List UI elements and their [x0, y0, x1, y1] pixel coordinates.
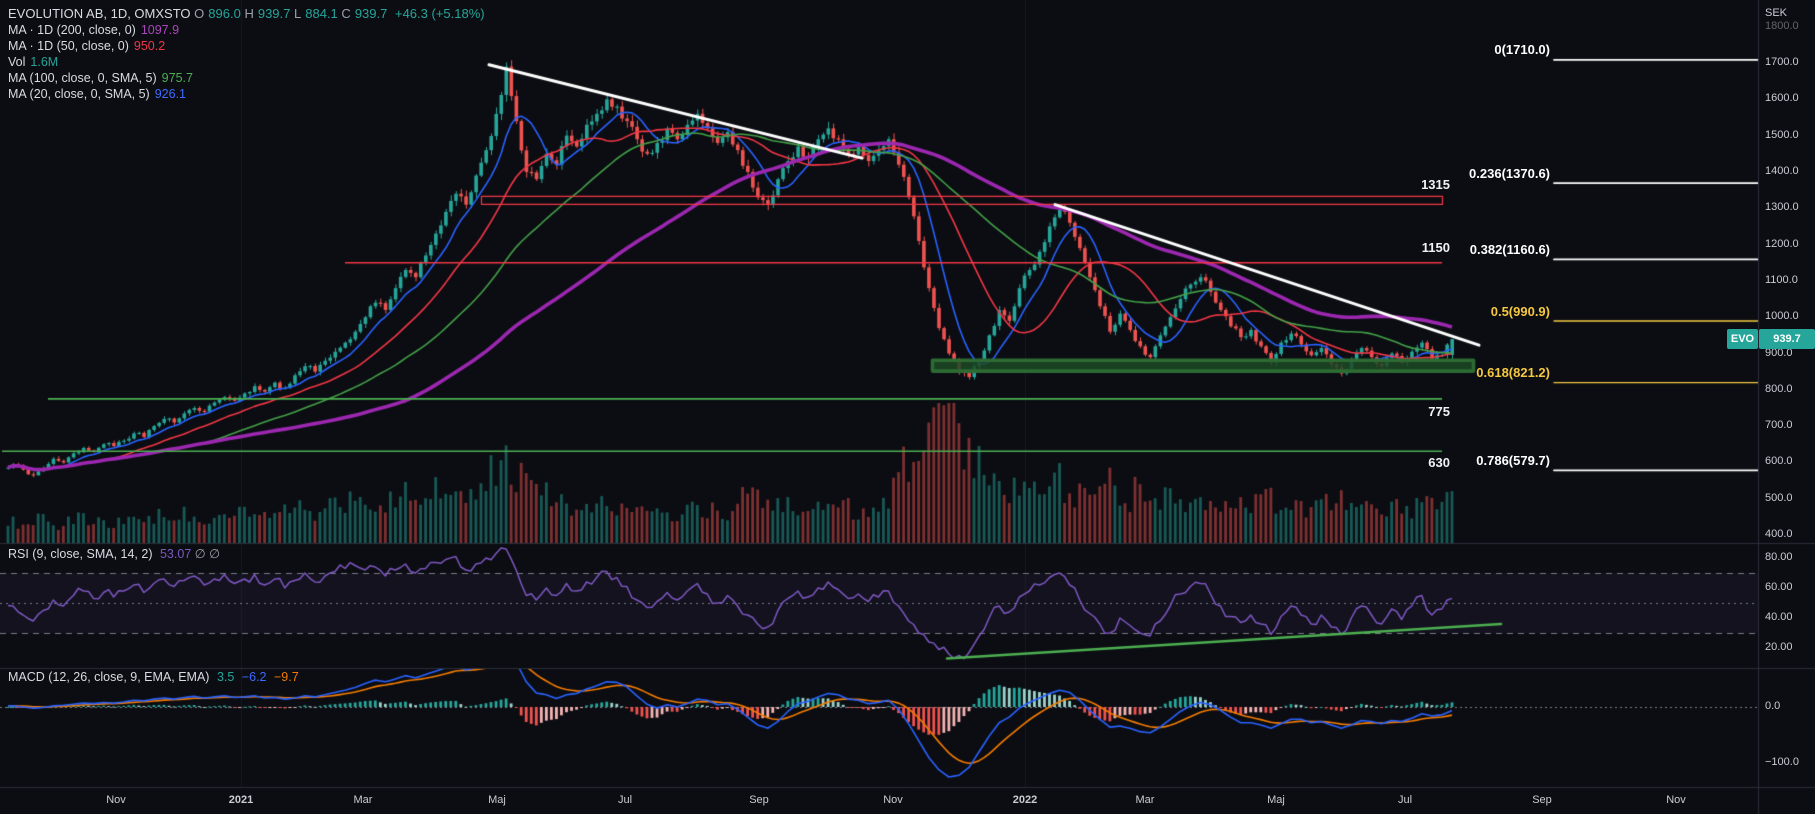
chart-root: EVOLUTION AB, 1D, OMXSTO O896.0 H939.7 L… [0, 0, 1815, 814]
chart-canvas[interactable] [0, 0, 1815, 814]
last-price-label: 939.7 [1759, 329, 1815, 349]
symbol-price-flag: EVO [1727, 329, 1758, 349]
